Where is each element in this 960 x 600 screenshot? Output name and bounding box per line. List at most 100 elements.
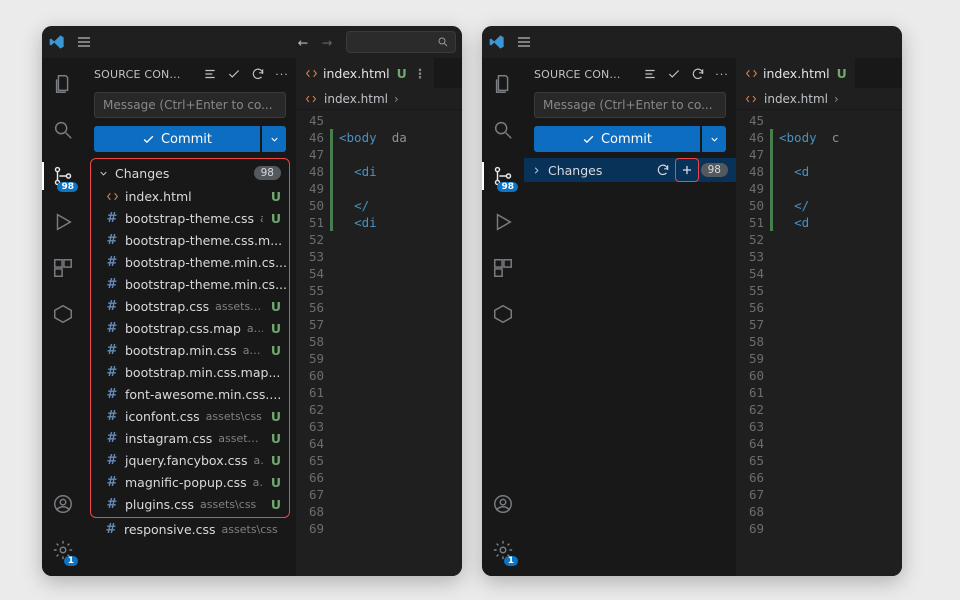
breadcrumb-file: index.html [324,92,388,106]
file-row[interactable]: #magnific-popup.cssass...U [91,471,289,493]
file-row[interactable]: #jquery.fancybox.cssass...U [91,449,289,471]
view-as-tree-icon[interactable] [200,64,220,84]
changes-section-header[interactable]: Changes 98 [91,161,289,185]
breadcrumb[interactable]: index.html › [736,88,902,110]
source-control-sidebar: SOURCE CON... ··· Message (Ctrl+Enter to… [84,58,296,576]
activity-explorer[interactable] [42,64,84,104]
vscode-logo-icon [488,33,506,51]
editor-tab[interactable]: index.html U ⋮ [296,58,434,88]
stage-all-icon[interactable] [677,160,697,180]
menu-icon[interactable] [516,34,532,50]
commit-button[interactable]: Commit [534,126,700,152]
changes-label: Changes [548,163,647,178]
file-row[interactable]: #bootstrap-theme.min.cs...U [91,273,289,295]
check-icon [142,133,155,146]
file-status: U [269,299,281,314]
file-path: asset... [247,322,263,335]
activity-account[interactable] [42,484,84,524]
activity-source-control[interactable]: 98 [42,156,84,196]
file-row[interactable]: #bootstrap-theme.css.m...U [91,229,289,251]
file-row[interactable]: #iconfont.cssassets\cssU [91,405,289,427]
file-css-icon: # [105,277,119,291]
activity-settings[interactable]: 1 [482,530,524,570]
commit-dropdown-button[interactable] [702,126,726,152]
activity-run-debug[interactable] [42,202,84,242]
file-row[interactable]: # responsive.css assets\css [84,518,296,540]
file-status: U [269,475,281,490]
refresh-icon[interactable] [248,64,268,84]
nav-back-icon[interactable]: ← [294,33,312,51]
file-status: U [269,343,281,358]
file-css-icon: # [105,211,119,225]
file-row[interactable]: #bootstrap.min.cssassets...U [91,339,289,361]
command-search-input[interactable] [346,31,456,53]
file-row[interactable]: #bootstrap.min.css.map...U [91,361,289,383]
activity-remote[interactable] [482,294,524,334]
commit-dropdown-button[interactable] [262,126,286,152]
view-as-tree-icon[interactable] [640,64,660,84]
chevron-down-icon [709,134,720,145]
code-editor[interactable]: 4546474849505152535455565758596061626364… [296,110,462,576]
menu-icon[interactable] [76,34,92,50]
file-css-icon: # [105,431,119,445]
file-row[interactable]: #bootstrap-theme.cssass...U [91,207,289,229]
activity-extensions[interactable] [482,248,524,288]
file-row[interactable]: #font-awesome.min.css....U [91,383,289,405]
activity-remote[interactable] [42,294,84,334]
tab-more-icon[interactable]: ⋮ [414,66,427,81]
commit-button[interactable]: Commit [94,126,260,152]
file-path: assets... [243,344,263,357]
editor-area: index.html U index.html › 45464748495051… [736,58,902,576]
file-name: bootstrap-theme.css.m... [125,233,282,248]
file-name: bootstrap.css.map [125,321,241,336]
file-name: plugins.css [125,497,194,512]
refresh-icon[interactable] [688,64,708,84]
nav-forward-icon[interactable]: → [318,33,336,51]
commit-check-icon[interactable] [224,64,244,84]
file-row[interactable]: #plugins.cssassets\cssU [91,493,289,515]
file-name: bootstrap.min.css.map... [125,365,280,380]
more-actions-icon[interactable]: ··· [272,64,292,84]
line-gutter: 4546474849505152535455565758596061626364… [296,110,330,576]
activity-run-debug[interactable] [482,202,524,242]
file-status: U [269,189,281,204]
commit-message-input[interactable]: Message (Ctrl+Enter to co... [94,92,286,118]
check-icon [582,133,595,146]
commit-message-input[interactable]: Message (Ctrl+Enter to co... [534,92,726,118]
file-row[interactable]: #bootstrap.cssassets\cssU [91,295,289,317]
file-name: bootstrap.css [125,299,209,314]
activity-explorer[interactable] [482,64,524,104]
file-row[interactable]: index.htmlU [91,185,289,207]
activity-source-control[interactable]: 98 [482,156,524,196]
file-status: U [269,431,281,446]
discard-all-icon[interactable] [653,160,673,180]
file-css-icon: # [105,409,119,423]
annotation-highlight-stage-all [675,158,699,182]
file-status: U [269,321,281,336]
file-path: assets\css [215,300,263,313]
tab-filename: index.html [763,66,830,81]
editor-tab[interactable]: index.html U [736,58,855,88]
commit-check-icon[interactable] [664,64,684,84]
chevron-down-icon [269,134,280,145]
changes-section-header[interactable]: Changes 98 [524,158,736,182]
file-css-icon: # [105,343,119,357]
breadcrumb[interactable]: index.html › [296,88,462,110]
file-row[interactable]: #bootstrap-theme.min.cs...U [91,251,289,273]
file-row[interactable]: #bootstrap.css.mapasset...U [91,317,289,339]
changes-file-list: index.htmlU#bootstrap-theme.cssass...U#b… [91,185,289,515]
more-actions-icon[interactable]: ··· [712,64,732,84]
code-editor[interactable]: 4546474849505152535455565758596061626364… [736,110,902,576]
activity-account[interactable] [482,484,524,524]
file-name: instagram.css [125,431,212,446]
chevron-right-icon: › [394,92,399,106]
scm-badge: 98 [497,182,518,192]
activity-settings[interactable]: 1 [42,530,84,570]
scm-title: SOURCE CON... [94,68,196,81]
commit-button-label: Commit [161,132,212,147]
activity-search[interactable] [42,110,84,150]
activity-extensions[interactable] [42,248,84,288]
file-row[interactable]: #instagram.cssassets\cssU [91,427,289,449]
activity-search[interactable] [482,110,524,150]
settings-badge: 1 [504,556,518,566]
